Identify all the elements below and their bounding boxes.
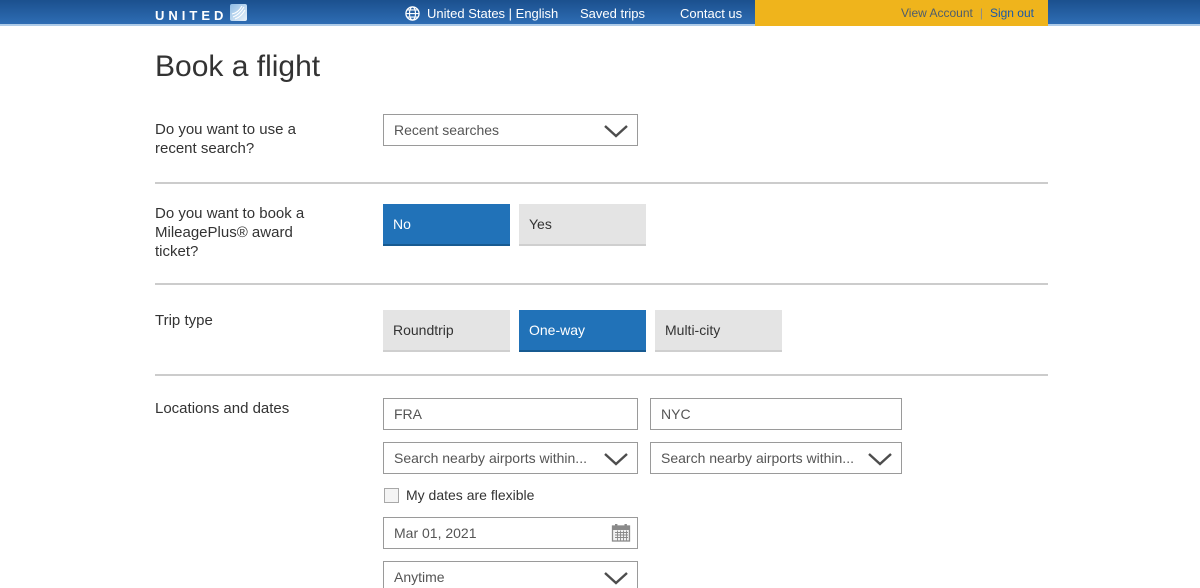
nearby-airports-destination-value: Search nearby airports within...	[661, 450, 854, 466]
chevron-down-icon	[603, 571, 629, 588]
locale-label: United States | English	[427, 6, 558, 21]
award-ticket-label: Do you want to book a MileagePlus® award…	[155, 204, 383, 261]
recent-searches-dropdown-value: Recent searches	[394, 122, 499, 138]
account-divider: |	[980, 6, 983, 20]
award-ticket-section: Do you want to book a MileagePlus® award…	[155, 184, 1048, 285]
contact-us-link[interactable]: Contact us	[680, 0, 742, 26]
locations-dates-section: Locations and dates Search nearby airpor…	[155, 376, 1048, 588]
recent-searches-dropdown[interactable]: Recent searches	[383, 114, 638, 146]
view-account-link[interactable]: View Account	[901, 6, 973, 20]
award-yes-button[interactable]: Yes	[519, 204, 646, 246]
united-logo[interactable]: UNITED	[155, 4, 247, 26]
trip-type-section: Trip type Roundtrip One-way Multi-city	[155, 285, 1048, 376]
time-dropdown-value: Anytime	[394, 569, 445, 585]
origin-input[interactable]	[383, 398, 638, 430]
saved-trips-link[interactable]: Saved trips	[580, 0, 645, 26]
locale-selector[interactable]: United States | English	[405, 0, 558, 26]
flexible-dates-label: My dates are flexible	[406, 487, 534, 503]
chevron-down-icon	[603, 452, 629, 469]
chevron-down-icon	[867, 452, 893, 469]
destination-input[interactable]	[650, 398, 902, 430]
nearby-airports-origin-value: Search nearby airports within...	[394, 450, 587, 466]
departure-date-input[interactable]	[383, 517, 638, 549]
united-globe-logo-icon	[230, 4, 247, 26]
origin-field-wrap	[383, 398, 638, 430]
top-navigation-bar: UNITED United States | English Saved tri…	[0, 0, 1200, 26]
recent-search-label: Do you want to use a recent search?	[155, 114, 383, 158]
locations-dates-label: Locations and dates	[155, 398, 383, 588]
trip-type-oneway-button[interactable]: One-way	[519, 310, 646, 352]
recent-search-section: Do you want to use a recent search? Rece…	[155, 114, 1048, 184]
globe-icon	[405, 6, 420, 21]
chevron-down-icon	[603, 124, 629, 141]
time-dropdown[interactable]: Anytime	[383, 561, 638, 588]
calendar-icon[interactable]	[611, 523, 631, 548]
award-no-button[interactable]: No	[383, 204, 510, 246]
united-logo-text: UNITED	[155, 8, 227, 23]
nearby-airports-origin-dropdown[interactable]: Search nearby airports within...	[383, 442, 638, 474]
trip-type-multicity-button[interactable]: Multi-city	[655, 310, 782, 352]
sign-out-link[interactable]: Sign out	[990, 6, 1034, 20]
page-title: Book a flight	[155, 50, 1048, 84]
flexible-dates-checkbox[interactable]	[384, 488, 399, 503]
booking-form: Book a flight Do you want to use a recen…	[155, 50, 1048, 588]
destination-field-wrap	[650, 398, 902, 430]
account-tab: View Account | Sign out	[755, 0, 1048, 26]
nearby-airports-destination-dropdown[interactable]: Search nearby airports within...	[650, 442, 902, 474]
trip-type-label: Trip type	[155, 310, 383, 352]
trip-type-roundtrip-button[interactable]: Roundtrip	[383, 310, 510, 352]
